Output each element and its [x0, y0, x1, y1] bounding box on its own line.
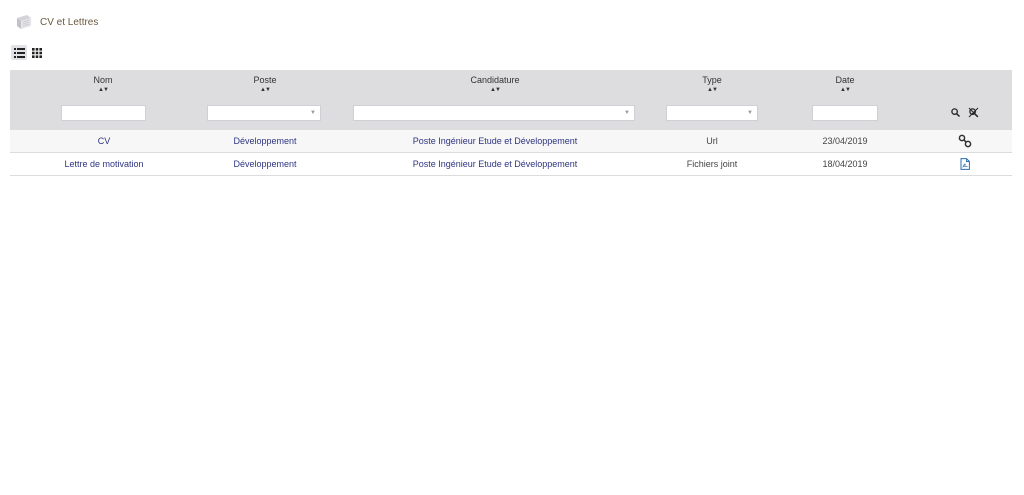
documents-stack-icon — [17, 15, 31, 29]
chevron-down-icon: ▼ — [624, 110, 630, 116]
cell-candidature[interactable]: Poste Ingénieur Etude et Développement — [395, 153, 595, 175]
column-header-date[interactable]: Date — [815, 75, 875, 85]
table-header: Nom ▲▼ Poste ▲▼ Candidature ▲▼ Type ▲▼ D… — [10, 70, 1012, 130]
filter-nom-input[interactable] — [61, 105, 146, 121]
view-toggle — [11, 45, 45, 60]
chevron-down-icon: ▼ — [310, 110, 316, 116]
grid-view-icon — [32, 47, 42, 58]
pdf-file-icon[interactable] — [960, 158, 970, 170]
cell-type: Fichiers joint — [686, 159, 738, 169]
sort-icon[interactable]: ▲▼ — [235, 87, 295, 93]
filter-candidature-select[interactable]: ▼ — [353, 105, 635, 121]
cell-type: Url — [706, 136, 718, 146]
filter-date-input[interactable] — [812, 105, 878, 121]
cell-nom[interactable]: CV — [64, 130, 144, 152]
column-header-nom[interactable]: Nom — [73, 75, 133, 85]
search-icon[interactable] — [951, 108, 960, 117]
list-view-button[interactable] — [11, 45, 27, 60]
table-row[interactable]: CV Développement Poste Ingénieur Etude e… — [10, 130, 1012, 153]
cell-date: 23/04/2019 — [822, 136, 868, 146]
cell-poste[interactable]: Développement — [215, 130, 315, 152]
sort-icon[interactable]: ▲▼ — [815, 87, 875, 93]
grid-view-button[interactable] — [29, 45, 45, 60]
column-header-candidature[interactable]: Candidature — [445, 75, 545, 85]
sort-icon[interactable]: ▲▼ — [73, 87, 133, 93]
page-title: CV et Lettres — [40, 16, 99, 28]
cell-candidature[interactable]: Poste Ingénieur Etude et Développement — [395, 130, 595, 152]
page-header: CV et Lettres — [14, 11, 98, 33]
cell-poste[interactable]: Développement — [215, 153, 315, 175]
filter-type-select[interactable]: ▼ — [666, 105, 758, 121]
documents-table: Nom ▲▼ Poste ▲▼ Candidature ▲▼ Type ▲▼ D… — [10, 70, 1012, 176]
filter-poste-select[interactable]: ▼ — [207, 105, 321, 121]
cell-date: 18/04/2019 — [822, 159, 868, 169]
column-header-poste[interactable]: Poste — [235, 75, 295, 85]
column-header-type[interactable]: Type — [682, 75, 742, 85]
cell-nom[interactable]: Lettre de motivation — [54, 153, 154, 175]
chevron-down-icon: ▼ — [747, 110, 753, 116]
clear-search-icon[interactable] — [968, 107, 979, 118]
list-view-icon — [13, 47, 25, 58]
table-row[interactable]: Lettre de motivation Développement Poste… — [10, 153, 1012, 176]
sort-icon[interactable]: ▲▼ — [682, 87, 742, 93]
link-icon[interactable] — [958, 134, 972, 148]
sort-icon[interactable]: ▲▼ — [445, 87, 545, 93]
